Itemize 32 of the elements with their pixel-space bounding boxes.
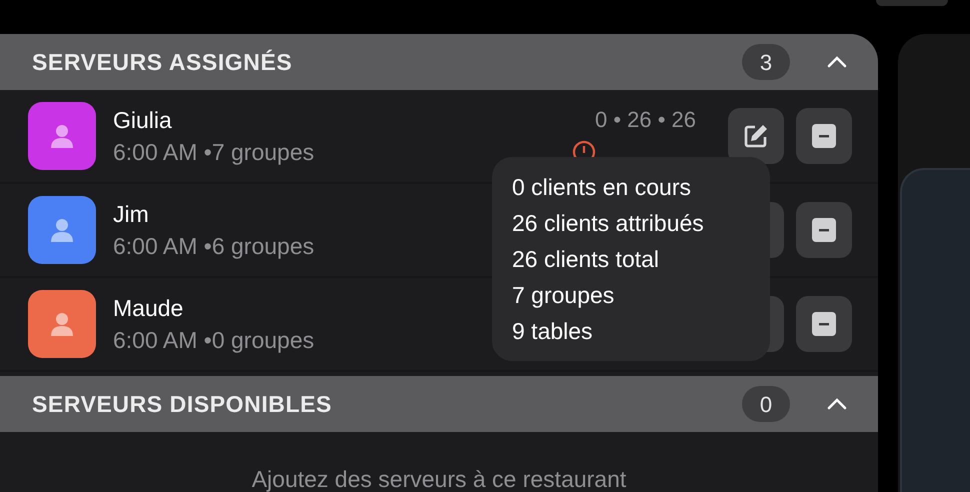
minus-icon (812, 312, 836, 336)
minus-icon (812, 218, 836, 242)
edit-button[interactable] (728, 108, 784, 164)
server-details: 6:00 AM •0 groupes (113, 326, 314, 354)
remove-button[interactable] (796, 108, 852, 164)
section-header[interactable]: SERVEURS ASSIGNÉS 3 (0, 34, 878, 90)
count-badge: 0 (742, 386, 790, 422)
person-icon (50, 311, 74, 337)
server-name: Maude (113, 294, 184, 322)
server-name: Giulia (113, 106, 172, 134)
person-icon (50, 123, 74, 149)
person-icon (50, 217, 74, 243)
chevron-icon[interactable] (826, 397, 848, 411)
tooltip-line: 0 clients en cours (512, 173, 692, 202)
server-details: 6:00 AM •7 groupes (113, 138, 314, 166)
client-stats: 0 • 26 • 26 (594, 107, 696, 133)
section-title: SERVEURS ASSIGNÉS (32, 48, 294, 77)
minus-icon (812, 124, 836, 148)
tooltip-line: 9 tables (512, 317, 594, 346)
tooltip-line: 7 groupes (512, 281, 616, 310)
edit-icon (743, 123, 769, 149)
section-header[interactable]: SERVEURS DISPONIBLES 0 (0, 376, 878, 432)
empty-message: Ajoutez des serveurs à ce restaurant (252, 465, 626, 492)
count-badge: 3 (742, 44, 790, 80)
remove-button[interactable] (796, 296, 852, 352)
server-details: 6:00 AM •6 groupes (113, 232, 314, 260)
server-name: Jim (113, 200, 149, 228)
remove-button[interactable] (796, 202, 852, 258)
section-title: SERVEURS DISPONIBLES (32, 390, 333, 419)
chevron-icon[interactable] (826, 55, 848, 69)
tooltip-line: 26 clients attribués (512, 209, 705, 238)
tooltip-line: 26 clients total (512, 245, 660, 274)
